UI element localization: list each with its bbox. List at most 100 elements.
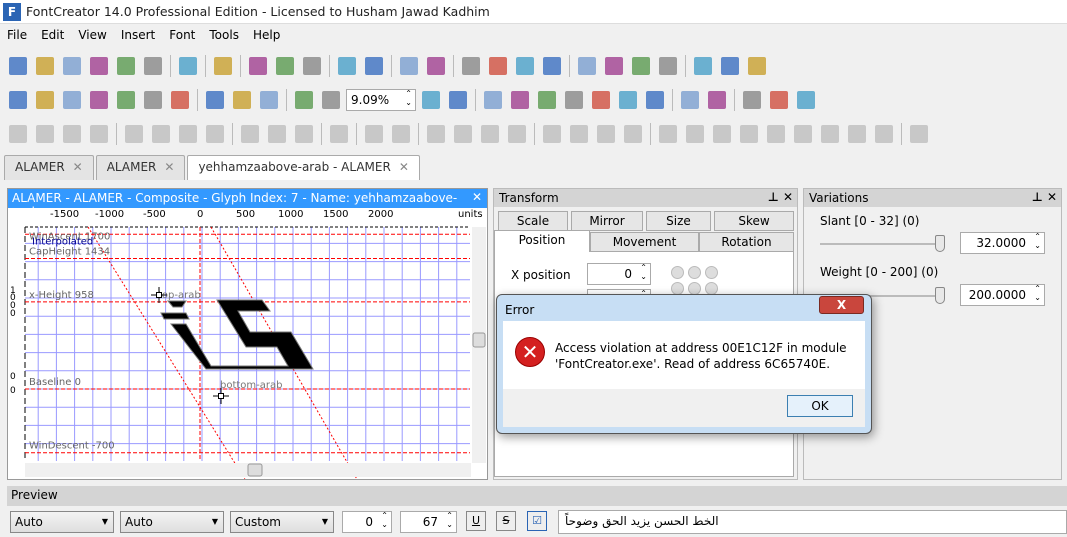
save-as-button[interactable] (141, 54, 165, 78)
grid4-button[interactable] (737, 122, 761, 146)
script-select[interactable]: Auto (10, 511, 114, 533)
measure-button[interactable] (114, 88, 138, 112)
glyph-canvas[interactable]: WinAscent 1700CapHeight 1434x-Height 958… (8, 223, 487, 479)
zoom-select-button[interactable] (446, 88, 470, 112)
zoom-in-button[interactable] (292, 88, 316, 112)
corner-button[interactable] (508, 88, 532, 112)
spell-button[interactable] (691, 54, 715, 78)
text-tool-button[interactable] (87, 88, 111, 112)
close-icon[interactable]: ✕ (164, 160, 174, 174)
tab-mirror[interactable]: Mirror (571, 211, 643, 231)
menu-view[interactable]: View (71, 26, 113, 44)
menu-insert[interactable]: Insert (114, 26, 162, 44)
link-button[interactable] (459, 54, 483, 78)
text-button[interactable] (629, 54, 653, 78)
tab-size[interactable]: Size (646, 211, 711, 231)
pin-close-icons[interactable]: ⊥ ✕ (768, 190, 793, 204)
vertical-scroll-thumb[interactable] (472, 332, 486, 348)
anchor-radio[interactable] (671, 266, 684, 279)
glyph-button[interactable] (424, 54, 448, 78)
distribute4-button[interactable] (203, 122, 227, 146)
strikethrough-button[interactable]: S (496, 511, 516, 531)
tab-position[interactable]: Position (494, 230, 590, 254)
page-button[interactable] (740, 88, 764, 112)
tab-rotation[interactable]: Rotation (699, 232, 794, 252)
mirror3-button[interactable] (478, 122, 502, 146)
redo-button[interactable] (362, 54, 386, 78)
zoom-fit-button[interactable] (419, 88, 443, 112)
contour-button[interactable] (230, 88, 254, 112)
center1-button[interactable] (238, 122, 262, 146)
save-all-button[interactable] (114, 54, 138, 78)
lock3-button[interactable] (872, 122, 896, 146)
menu-font[interactable]: Font (162, 26, 202, 44)
lasso-button[interactable] (33, 88, 57, 112)
pen-button[interactable] (141, 88, 165, 112)
screen-button[interactable] (745, 54, 769, 78)
cut-button[interactable] (246, 54, 270, 78)
distribute1-button[interactable] (122, 122, 146, 146)
tab-skew[interactable]: Skew (714, 211, 794, 231)
glyph-g-button[interactable] (327, 122, 351, 146)
grid2-button[interactable] (683, 122, 707, 146)
slant-slider[interactable] (820, 235, 945, 252)
rotate-button[interactable] (362, 122, 386, 146)
features-select[interactable]: Custom (230, 511, 334, 533)
image-button[interactable] (203, 88, 227, 112)
mirror2-button[interactable] (451, 122, 475, 146)
tab-movement[interactable]: Movement (590, 232, 699, 252)
insert-glyph-button[interactable] (397, 54, 421, 78)
menu-file[interactable]: File (0, 26, 34, 44)
pin-close-icons[interactable]: ⊥ ✕ (1032, 190, 1057, 204)
slider-thumb[interactable] (935, 235, 945, 252)
checkbox-icon[interactable]: ☑ (527, 511, 547, 531)
pencil-button[interactable] (589, 88, 613, 112)
distribute2-button[interactable] (149, 122, 173, 146)
align2-button[interactable] (33, 122, 57, 146)
align4-button[interactable] (87, 122, 111, 146)
back-button[interactable] (678, 88, 702, 112)
fx-button[interactable] (513, 54, 537, 78)
copy-button[interactable] (273, 54, 297, 78)
anchor-radio[interactable] (705, 266, 718, 279)
slant-input[interactable]: 32.0000 (960, 232, 1045, 254)
check-button[interactable] (656, 54, 680, 78)
sort-button[interactable] (767, 88, 791, 112)
tab-alamer-1[interactable]: ALAMER ✕ (4, 155, 94, 180)
find-button[interactable] (211, 54, 235, 78)
fill-button[interactable] (168, 88, 192, 112)
x-position-input[interactable]: 0 (587, 263, 651, 285)
unlink-button[interactable] (486, 54, 510, 78)
close-icon[interactable]: ✕ (73, 160, 83, 174)
ok-button[interactable]: OK (787, 395, 853, 417)
lock2-button[interactable] (818, 122, 842, 146)
paste-button[interactable] (300, 54, 324, 78)
rectangle-button[interactable] (616, 88, 640, 112)
print-button[interactable] (176, 54, 200, 78)
save-button[interactable] (87, 54, 111, 78)
open-button[interactable] (33, 54, 57, 78)
new-font-button[interactable] (6, 54, 30, 78)
close-icon[interactable]: ✕ (399, 160, 409, 174)
spell2-button[interactable] (718, 54, 742, 78)
anchor-radio[interactable] (688, 266, 701, 279)
center3-button[interactable] (292, 122, 316, 146)
menu-edit[interactable]: Edit (34, 26, 71, 44)
undo-button[interactable] (335, 54, 359, 78)
edit-button[interactable] (602, 54, 626, 78)
menu-tools[interactable]: Tools (202, 26, 246, 44)
tab-alamer-2[interactable]: ALAMER ✕ (95, 155, 186, 180)
language-select[interactable]: Auto (120, 511, 224, 533)
triangle-button[interactable] (481, 88, 505, 112)
menu-help[interactable]: Help (246, 26, 287, 44)
distribute3-button[interactable] (176, 122, 200, 146)
zoom-level-select[interactable]: 9.09% (346, 89, 416, 111)
grid5-button[interactable] (791, 122, 815, 146)
grid1-button[interactable] (656, 122, 680, 146)
weight-input[interactable]: 200.0000 (960, 284, 1045, 306)
select-button[interactable] (6, 88, 30, 112)
exclude-button[interactable] (621, 122, 645, 146)
node-button[interactable] (907, 122, 931, 146)
preview-spin-1[interactable]: 0 (342, 511, 392, 533)
subtract-button[interactable] (594, 122, 618, 146)
